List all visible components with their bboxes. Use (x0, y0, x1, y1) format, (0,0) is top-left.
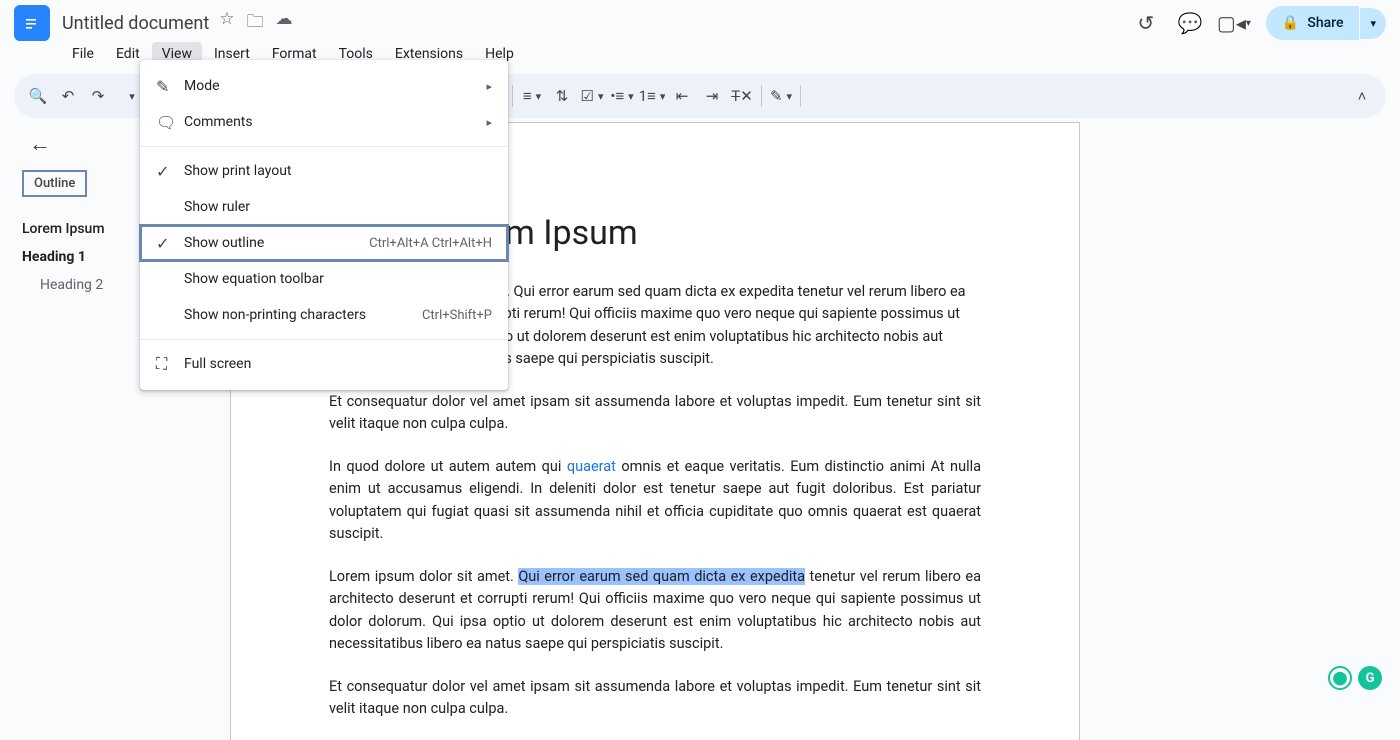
collapse-toolbar-icon[interactable]: ˄ (1348, 81, 1376, 111)
comment-icon: 🗨 (156, 113, 184, 132)
menu-item-outline[interactable]: ✓ Show outline Ctrl+Alt+A Ctrl+Alt+H (140, 225, 508, 261)
redo-icon[interactable]: ↷ (84, 81, 112, 111)
menu-separator (140, 146, 508, 147)
menu-item-print-layout[interactable]: ✓ Show print layout (140, 153, 508, 189)
paragraph: In quod dolore ut autem autem qui quaera… (329, 456, 981, 546)
outline-close-icon[interactable]: ← (22, 126, 58, 162)
shortcut-text: Ctrl+Shift+P (422, 308, 492, 323)
search-menus-icon[interactable]: 🔍 (24, 81, 52, 111)
menu-item-fullscreen[interactable]: ⛶ Full screen (140, 346, 508, 382)
paragraph: Et consequatur dolor vel amet ipsam sit … (329, 391, 981, 436)
indent-increase-icon[interactable]: ⇥ (698, 81, 726, 111)
menu-item-comments[interactable]: 🗨 Comments ▸ (140, 104, 508, 140)
menu-separator (140, 339, 508, 340)
move-icon[interactable]: 🗀 (246, 9, 263, 38)
checklist-button[interactable]: ☑▾ (578, 81, 606, 111)
bulleted-list-button[interactable]: •≡▾ (608, 81, 636, 111)
pencil-icon: ✎ (156, 77, 184, 96)
numbered-list-button[interactable]: 1≡▾ (638, 81, 666, 111)
text-link[interactable]: quaerat (567, 458, 616, 475)
share-label: Share (1307, 15, 1343, 31)
menu-item-non-printing[interactable]: Show non-printing characters Ctrl+Shift+… (140, 297, 508, 333)
grammarly-icon[interactable]: G (1358, 666, 1382, 690)
menu-item-mode[interactable]: ✎ Mode ▸ (140, 68, 508, 104)
paragraph: Et consequatur dolor vel amet ipsam sit … (329, 676, 981, 721)
document-title[interactable]: Untitled document (62, 13, 209, 34)
star-icon[interactable]: ☆ (219, 9, 234, 38)
indent-decrease-icon[interactable]: ⇤ (668, 81, 696, 111)
comments-icon[interactable]: 💬 (1178, 11, 1202, 35)
title-bar: Untitled document ☆ 🗀 ☁ ↺ 💬 ▢◂ ▾ 🔒 Share… (0, 0, 1400, 40)
selected-text: Qui error earum sed quam dicta ex expedi… (518, 568, 805, 585)
outline-title: Outline (22, 170, 87, 197)
lock-icon: 🔒 (1282, 15, 1299, 31)
cloud-status-icon[interactable]: ☁ (275, 9, 292, 38)
menu-item-ruler[interactable]: Show ruler (140, 189, 508, 225)
editing-mode-button[interactable]: ✎▾ (767, 81, 795, 111)
undo-icon[interactable]: ↶ (54, 81, 82, 111)
meet-icon[interactable]: ▢◂ ▾ (1222, 11, 1246, 35)
check-icon: ✓ (156, 234, 184, 253)
submenu-arrow-icon: ▸ (486, 80, 492, 93)
grammarly-suggestion-icon[interactable]: ⬤ (1328, 666, 1352, 690)
share-button[interactable]: 🔒 Share (1266, 6, 1360, 40)
history-icon[interactable]: ↺ (1134, 11, 1158, 35)
submenu-arrow-icon: ▸ (486, 116, 492, 129)
fullscreen-icon: ⛶ (156, 354, 184, 374)
share-dropdown[interactable]: ▾ (1360, 8, 1386, 39)
line-spacing-button[interactable]: ⇅ (548, 81, 576, 111)
menu-file[interactable]: File (62, 42, 104, 66)
menu-item-equation-toolbar[interactable]: Show equation toolbar (140, 261, 508, 297)
align-button[interactable]: ≡▾ (518, 81, 546, 111)
paragraph: Lorem ipsum dolor sit amet. Qui error ea… (329, 566, 981, 656)
shortcut-text: Ctrl+Alt+A Ctrl+Alt+H (369, 236, 492, 251)
view-menu-dropdown: ✎ Mode ▸ 🗨 Comments ▸ ✓ Show print layou… (140, 60, 508, 390)
check-icon: ✓ (156, 162, 184, 181)
grammarly-widget[interactable]: ⬤ G (1328, 666, 1382, 690)
clear-formatting-icon[interactable]: T✕ (728, 81, 756, 111)
docs-app-icon[interactable] (14, 5, 50, 41)
